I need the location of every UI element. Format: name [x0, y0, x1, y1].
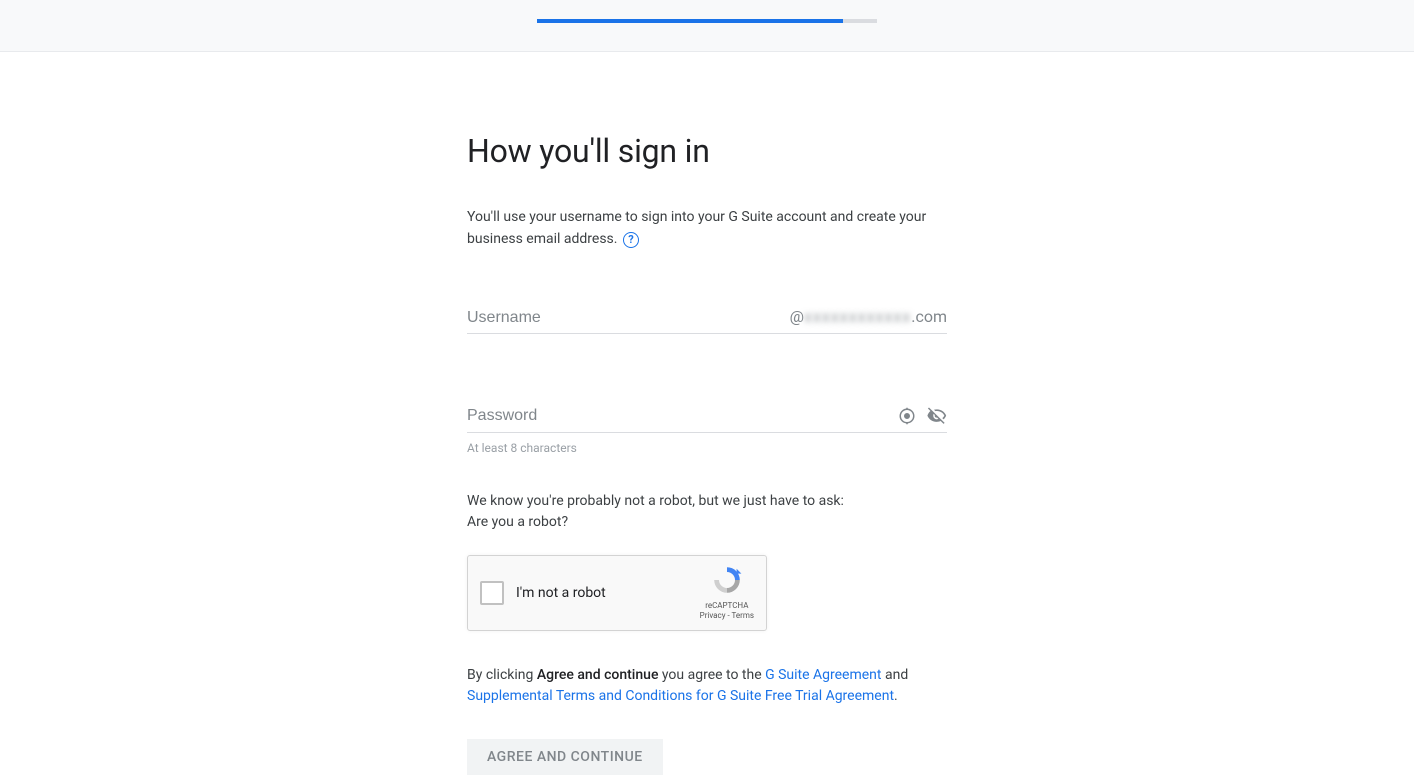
page-subtitle: You'll use your username to sign into yo… — [467, 206, 947, 251]
form-container: How you'll sign in You'll use your usern… — [467, 52, 947, 775]
recaptcha-privacy-link[interactable]: Privacy — [700, 611, 726, 620]
page-title: How you'll sign in — [467, 132, 947, 170]
password-field-group: At least 8 characters — [467, 406, 947, 455]
terms-suffix: . — [894, 688, 898, 704]
password-row — [467, 406, 947, 433]
domain-blurred: xxxxxxxxxxxx — [804, 307, 911, 326]
terms-paragraph: By clicking Agree and continue you agree… — [467, 665, 947, 707]
supplemental-terms-link[interactable]: Supplemental Terms and Conditions for G … — [467, 688, 894, 704]
password-suggest-icon[interactable] — [897, 406, 917, 426]
terms-prefix: By clicking — [467, 667, 537, 683]
recaptcha-links: Privacy - Terms — [700, 611, 754, 621]
terms-bold: Agree and continue — [537, 667, 659, 683]
robot-line1: We know you're probably not a robot, but… — [467, 491, 947, 512]
agree-continue-button[interactable]: Agree and Continue — [467, 739, 663, 775]
domain-tld: .com — [911, 307, 947, 326]
domain-suffix: @xxxxxxxxxxxx.com — [790, 307, 947, 326]
robot-section: We know you're probably not a robot, but… — [467, 491, 947, 631]
username-field-group: @xxxxxxxxxxxx.com — [467, 307, 947, 334]
progress-bar — [537, 19, 843, 23]
gsuite-agreement-link[interactable]: G Suite Agreement — [765, 667, 881, 683]
recaptcha-brand-text: reCAPTCHA — [700, 601, 754, 611]
terms-between: and — [882, 667, 909, 683]
terms-middle: you agree to the — [658, 667, 765, 683]
progress-track — [537, 19, 877, 23]
password-input[interactable] — [467, 407, 887, 425]
recaptcha-logo-icon — [711, 564, 743, 596]
robot-line2: Are you a robot? — [467, 512, 947, 533]
recaptcha-terms-link[interactable]: Terms — [732, 611, 754, 620]
recaptcha-label: I'm not a robot — [516, 585, 700, 601]
help-icon[interactable]: ? — [623, 232, 639, 248]
recaptcha-checkbox[interactable] — [480, 581, 504, 605]
username-input[interactable] — [467, 309, 790, 327]
username-row: @xxxxxxxxxxxx.com — [467, 307, 947, 334]
visibility-off-icon[interactable] — [927, 406, 947, 426]
recaptcha-widget: I'm not a robot reCAPTCHA Privacy - Term… — [467, 555, 767, 631]
domain-at: @ — [790, 307, 804, 326]
recaptcha-branding: reCAPTCHA Privacy - Terms — [700, 564, 754, 622]
header-bar — [0, 0, 1414, 52]
password-hint: At least 8 characters — [467, 441, 947, 455]
subtitle-text: You'll use your username to sign into yo… — [467, 209, 926, 247]
